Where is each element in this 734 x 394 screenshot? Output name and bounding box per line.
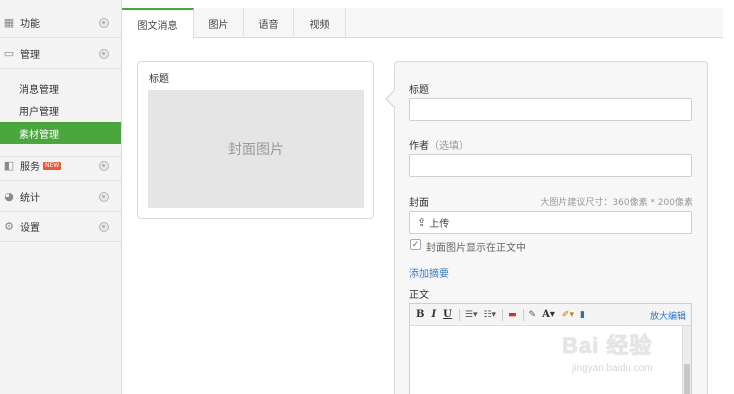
underline-button[interactable]: U (443, 309, 452, 320)
fullscreen-edit-button[interactable]: 放大编辑 (650, 309, 686, 322)
preview-title: 标题 (149, 74, 169, 85)
panel-pointer-inner (387, 91, 395, 107)
expand-toggle-icon[interactable] (99, 18, 109, 28)
app-root: ▦ 功能 ▭ 管理 消息管理 用户管理 素材管理 ◧ 服务 NEW ◕ 统计 ⚙… (0, 0, 734, 394)
scrollbar-thumb[interactable] (684, 364, 690, 394)
toolbar-divider (458, 308, 460, 321)
sidebar-item-label: 功能 (20, 19, 40, 30)
tab-voice[interactable]: 语音 (244, 8, 294, 38)
sidebar-item-label: 服务 (20, 162, 40, 173)
body-label: 正文 (409, 290, 429, 301)
bold-button[interactable]: B (416, 309, 424, 320)
news-preview-card[interactable]: 标题 封面图片 (137, 61, 374, 219)
editor-scrollbar[interactable] (682, 326, 691, 394)
toolbar-divider (502, 308, 504, 321)
font-color-button[interactable]: A▾ (542, 309, 555, 320)
upload-label: 上传 (429, 219, 450, 230)
gear-icon: ⚙ (4, 220, 14, 233)
media-type-tabs: 图文消息 图片 语音 视频 (122, 8, 723, 39)
watermark-url: jingyan.baidu.com (572, 363, 653, 374)
ordered-list-icon[interactable]: ☰▾ (465, 310, 478, 320)
sidebar-subitem-messages[interactable]: 消息管理 (0, 77, 121, 99)
author-label: 作者（选填） (409, 137, 469, 152)
show-cover-checkbox[interactable]: ✓ (410, 239, 421, 250)
upload-icon: ⇪ (417, 216, 427, 229)
expand-toggle-icon[interactable] (99, 222, 109, 232)
highlight-icon[interactable]: ✐▾ (562, 310, 574, 320)
sidebar-submenu: 消息管理 用户管理 素材管理 (0, 73, 121, 157)
folder-icon: ▭ (3, 47, 15, 60)
sidebar-item-settings[interactable]: ⚙ 设置 (0, 212, 121, 242)
add-summary-link[interactable]: 添加摘要 (409, 265, 449, 280)
title-label: 标题 (409, 85, 429, 96)
author-label-text: 作者 (409, 141, 429, 152)
format-painter-icon[interactable]: ▮ (580, 310, 585, 320)
sidebar-item-stats[interactable]: ◕ 统计 (0, 182, 121, 212)
insert-image-icon[interactable]: ▬ (508, 310, 517, 320)
new-badge: NEW (43, 161, 62, 170)
toolbar-divider (522, 308, 524, 321)
cover-image-placeholder: 封面图片 (148, 90, 364, 208)
show-cover-label: 封面图片显示在正文中 (426, 243, 526, 254)
sidebar-item-label: 设置 (20, 223, 40, 234)
author-input[interactable] (409, 154, 692, 177)
cover-label: 封面 (409, 198, 429, 209)
sidebar-subitem-materials[interactable]: 素材管理 (0, 122, 121, 144)
sidebar-item-manage[interactable]: ▭ 管理 (0, 39, 121, 69)
editor-toolbar: B I U ☰▾ ☷▾ ▬ ✎ A▾ ✐▾ ▮ 放大编辑 (410, 304, 691, 326)
expand-toggle-icon[interactable] (99, 161, 109, 171)
eraser-icon[interactable]: ✎ (529, 310, 537, 320)
sidebar-item-label: 管理 (20, 50, 40, 61)
font-color-label: A (542, 309, 550, 320)
author-optional-hint: （选填） (429, 141, 469, 152)
sidebar-subitem-users[interactable]: 用户管理 (0, 99, 121, 121)
tab-video[interactable]: 视频 (294, 8, 346, 38)
grid-icon: ▦ (3, 16, 15, 29)
sidebar: ▦ 功能 ▭ 管理 消息管理 用户管理 素材管理 ◧ 服务 NEW ◕ 统计 ⚙… (0, 0, 122, 394)
service-icon: ◧ (3, 159, 15, 172)
title-input[interactable] (409, 98, 692, 121)
upload-button[interactable]: ⇪ 上传 (409, 211, 692, 234)
sidebar-item-service[interactable]: ◧ 服务 NEW (0, 151, 121, 181)
pie-chart-icon: ◕ (4, 190, 14, 203)
cover-size-tip: 大图片建议尺寸：360像素 * 200像素 (540, 198, 693, 208)
italic-button[interactable]: I (431, 309, 436, 320)
expand-toggle-icon[interactable] (99, 192, 109, 202)
tab-image[interactable]: 图片 (194, 8, 244, 38)
watermark-logo: Bai 经验 (562, 333, 653, 358)
sidebar-item-features[interactable]: ▦ 功能 (0, 8, 121, 38)
sidebar-item-label: 统计 (20, 193, 40, 204)
unordered-list-icon[interactable]: ☷▾ (483, 310, 496, 320)
tab-news[interactable]: 图文消息 (122, 8, 194, 39)
expand-toggle-icon[interactable] (99, 49, 109, 59)
